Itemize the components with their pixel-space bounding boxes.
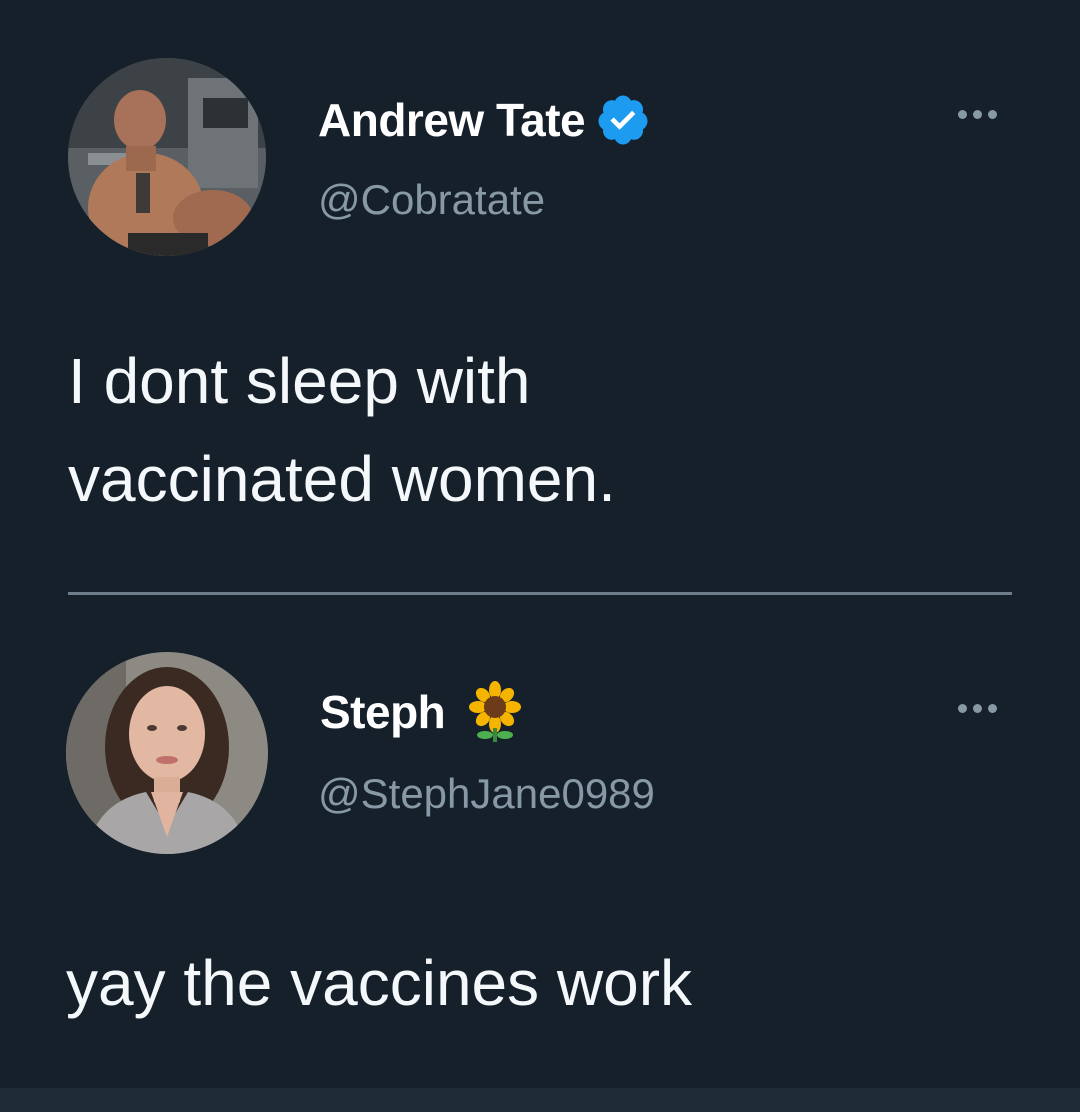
tweet-text: yay the vaccines work	[66, 934, 692, 1032]
display-name[interactable]: Andrew Tate	[318, 93, 586, 147]
handle[interactable]: @Cobratate	[318, 176, 545, 224]
divider	[68, 592, 1012, 595]
verified-badge-icon	[595, 92, 651, 148]
display-name[interactable]: Steph	[320, 685, 446, 739]
sunflower-icon	[463, 680, 527, 744]
bottom-bar	[0, 1088, 1080, 1112]
avatar-steph[interactable]	[66, 652, 268, 854]
more-options-icon[interactable]	[958, 110, 997, 119]
tweet-text-line: I dont sleep with	[68, 345, 531, 417]
name-row: Andrew Tate	[318, 92, 651, 148]
tweet-text-line: vaccinated women.	[68, 443, 616, 515]
tweet-andrew-tate: Andrew Tate @Cobratate I dont sleep with…	[0, 0, 1080, 600]
handle[interactable]: @StephJane0989	[318, 770, 655, 818]
avatar-andrew-tate[interactable]	[68, 58, 266, 256]
tweet-text-line: yay the vaccines work	[66, 947, 693, 1019]
tweet-text: I dont sleep with vaccinated women.	[68, 332, 616, 528]
more-options-icon[interactable]	[958, 704, 997, 713]
name-row: Steph	[320, 680, 527, 744]
tweet-steph: Steph @StephJane0989 yay the vaccines wo…	[0, 600, 1080, 1088]
